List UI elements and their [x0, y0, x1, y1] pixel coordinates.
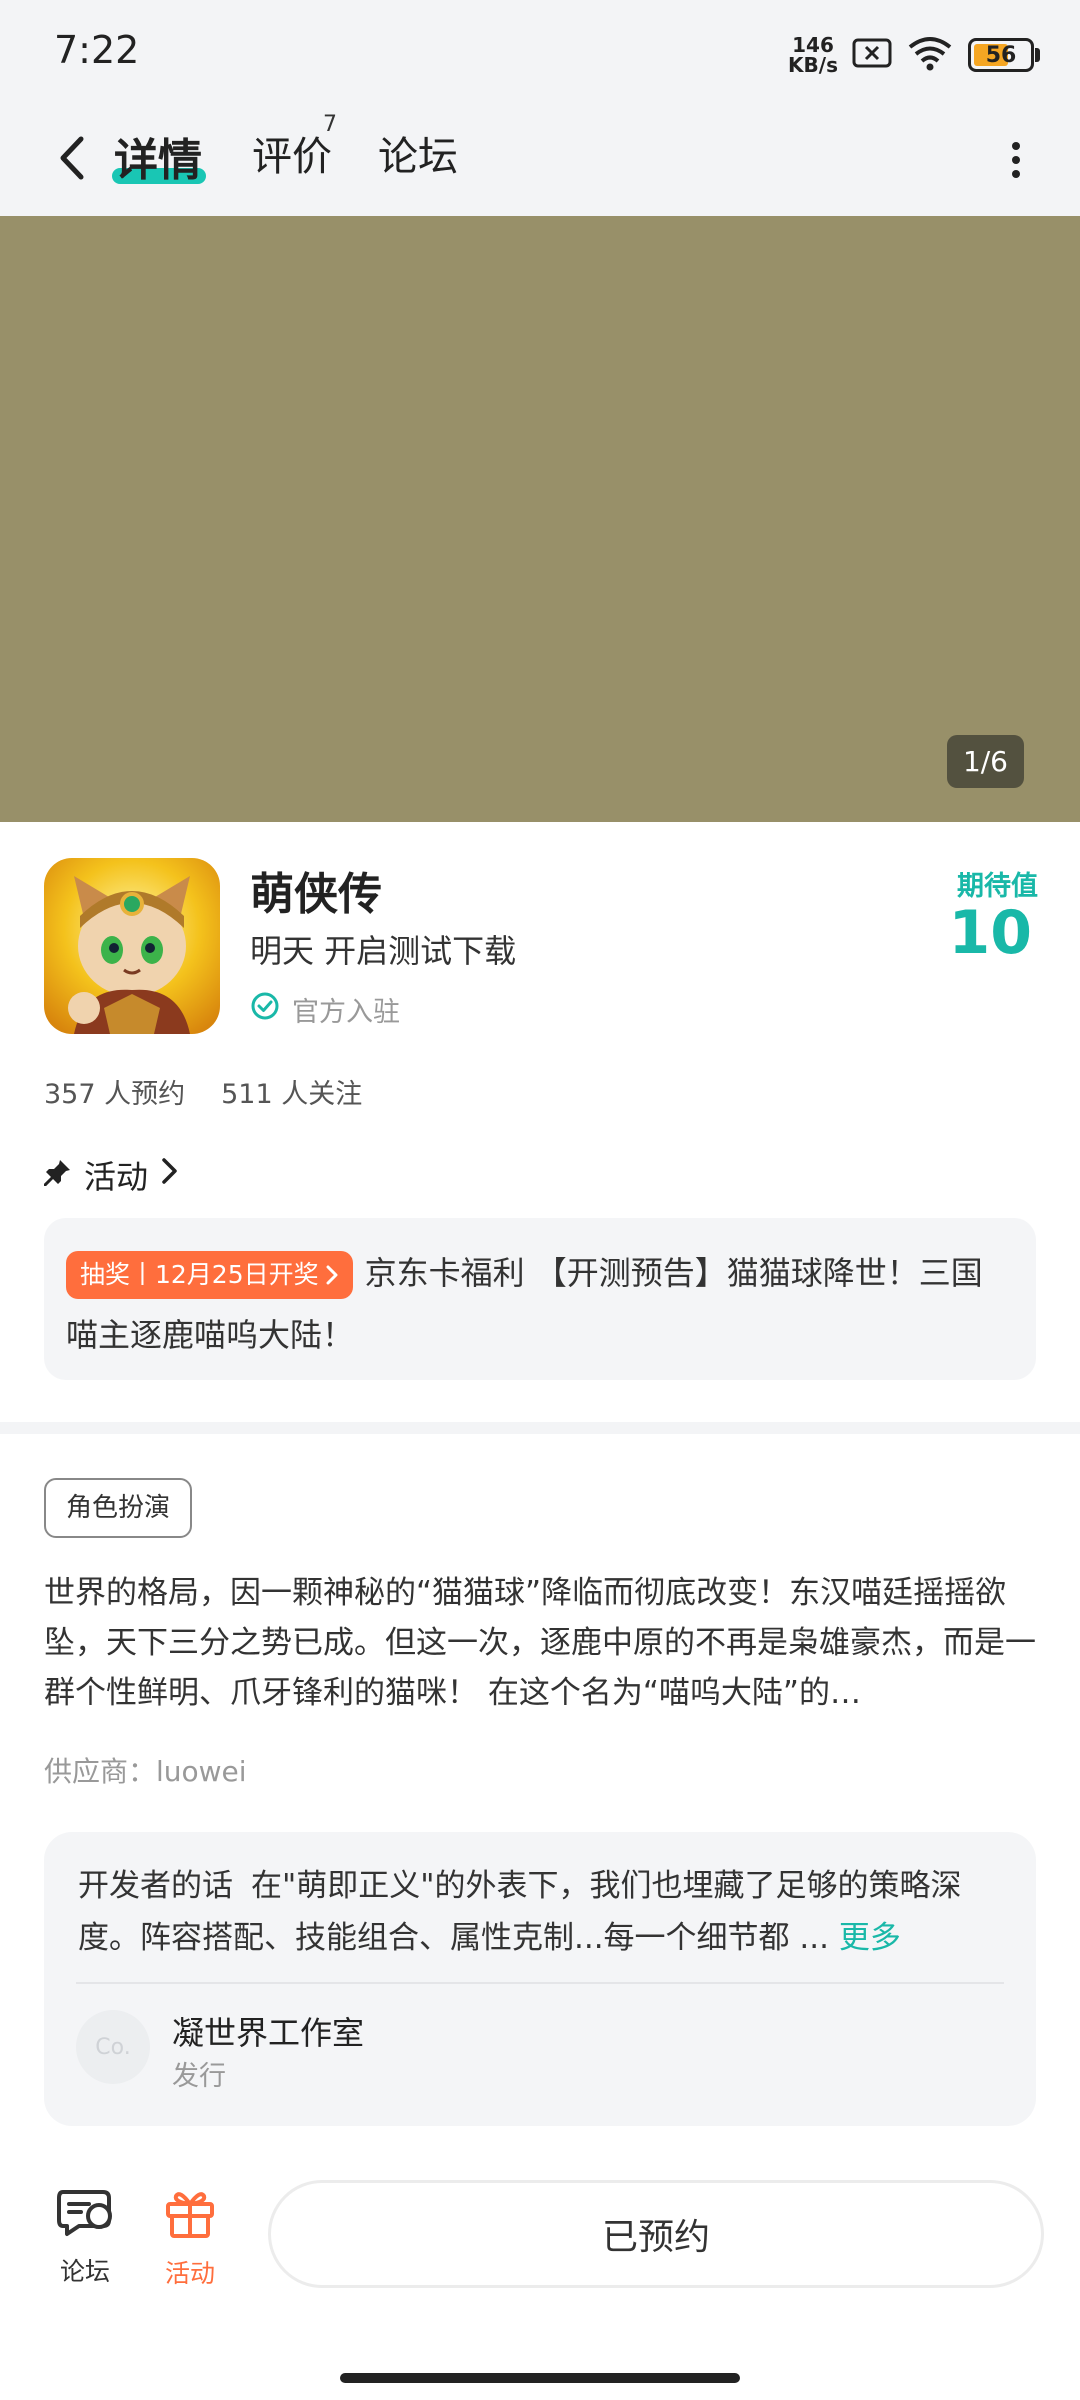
media-banner[interactable]: 1/6 — [0, 216, 1080, 822]
section-divider — [0, 1422, 1080, 1434]
wifi-icon — [906, 35, 954, 75]
battery-percent: 56 — [985, 42, 1017, 68]
battery-tip — [1035, 48, 1040, 62]
genre-tag[interactable]: 角色扮演 — [44, 1478, 193, 1538]
status-icons: 146 KB/s 56 — [788, 30, 1040, 80]
chevron-right-icon — [160, 1156, 180, 1194]
developer-note[interactable]: 开发者的话 在"萌即正义"的外表下，我们也埋藏了足够的策略深度。阵容搭配、技能组合… — [78, 1860, 1008, 1964]
forum-label: 论坛 — [59, 2257, 110, 2286]
status-bar: 7:22 146 KB/s 56 — [0, 0, 1080, 110]
network-speed-unit: KB/s — [788, 53, 838, 77]
activity-button[interactable]: 活动 — [145, 2186, 235, 2290]
official-label: 官方入驻 — [292, 997, 400, 1028]
activity-card[interactable]: 抽奖丨12月25日开奖 京东卡福利 【开测预告】猫猫球降世！三国喵主逐鹿喵呜大陆… — [44, 1218, 1036, 1380]
supplier-info: 供应商：luowei — [44, 1755, 247, 1788]
battery-body: 56 — [968, 38, 1034, 72]
home-indicator[interactable] — [340, 2373, 740, 2383]
sim-x-icon — [852, 37, 892, 73]
developer-divider — [76, 1982, 1004, 1984]
release-info: 明天 开启测试下载 — [250, 932, 517, 970]
lottery-tag[interactable]: 抽奖丨12月25日开奖 — [66, 1251, 353, 1299]
official-badge: 官方入驻 — [250, 990, 400, 1029]
activity-label: 活动 — [164, 2259, 215, 2288]
expectation-score: 10 — [948, 898, 1033, 968]
lottery-tag-label: 抽奖丨12月25日开奖 — [80, 1260, 319, 1289]
more-options-icon[interactable] — [996, 130, 1036, 190]
status-time: 7:22 — [54, 28, 140, 72]
activity-section-link[interactable]: 活动 — [43, 1152, 180, 1198]
tab-forum[interactable]: 论坛 — [378, 124, 458, 182]
forum-button[interactable]: 论坛 — [40, 2186, 130, 2288]
network-speed: 146 KB/s — [788, 35, 838, 75]
lottery-chevron-icon — [326, 1265, 338, 1285]
developer-card: 开发者的话 在"萌即正义"的外表下，我们也埋藏了足够的策略深度。阵容搭配、技能组合… — [44, 1832, 1036, 2126]
game-title: 萌侠传 — [250, 869, 382, 920]
game-stats: 357 人预约 511 人关注 — [44, 1072, 362, 1111]
follower-count: 511 人关注 — [221, 1079, 363, 1110]
tab-reviews[interactable]: 评价 — [252, 124, 332, 182]
more-link[interactable]: 更多 — [839, 1920, 901, 1956]
reserved-button[interactable]: 已预约 — [268, 2180, 1044, 2288]
developer-note-label: 开发者的话 — [78, 1868, 233, 1904]
studio-role: 发行 — [172, 2061, 226, 2092]
game-icon — [44, 858, 220, 1034]
reviews-count-badge: 7 — [323, 112, 337, 137]
battery-icon: 56 — [968, 38, 1040, 72]
network-speed-value: 146 — [792, 33, 834, 57]
reservation-count: 357 人预约 — [44, 1079, 186, 1110]
pin-icon — [43, 1156, 72, 1194]
verified-check-icon — [250, 991, 280, 1028]
media-counter: 1/6 — [946, 735, 1024, 788]
tab-details[interactable]: 详情 — [114, 124, 202, 188]
forum-chat-icon — [55, 2186, 115, 2244]
activity-heading: 活动 — [84, 1158, 149, 1196]
game-description[interactable]: 世界的格局，因一颗神秘的“猫猫球”降临而彻底改变！东汉喵廷摇摇欲坠，天下三分之势… — [44, 1568, 1036, 1718]
back-arrow-icon[interactable] — [42, 128, 102, 188]
top-navigation: 详情 评价 7 论坛 — [0, 110, 1080, 216]
studio-avatar[interactable]: Co. — [76, 2010, 150, 2084]
gift-icon — [162, 2186, 218, 2246]
studio-name[interactable]: 凝世界工作室 — [172, 2008, 364, 2054]
